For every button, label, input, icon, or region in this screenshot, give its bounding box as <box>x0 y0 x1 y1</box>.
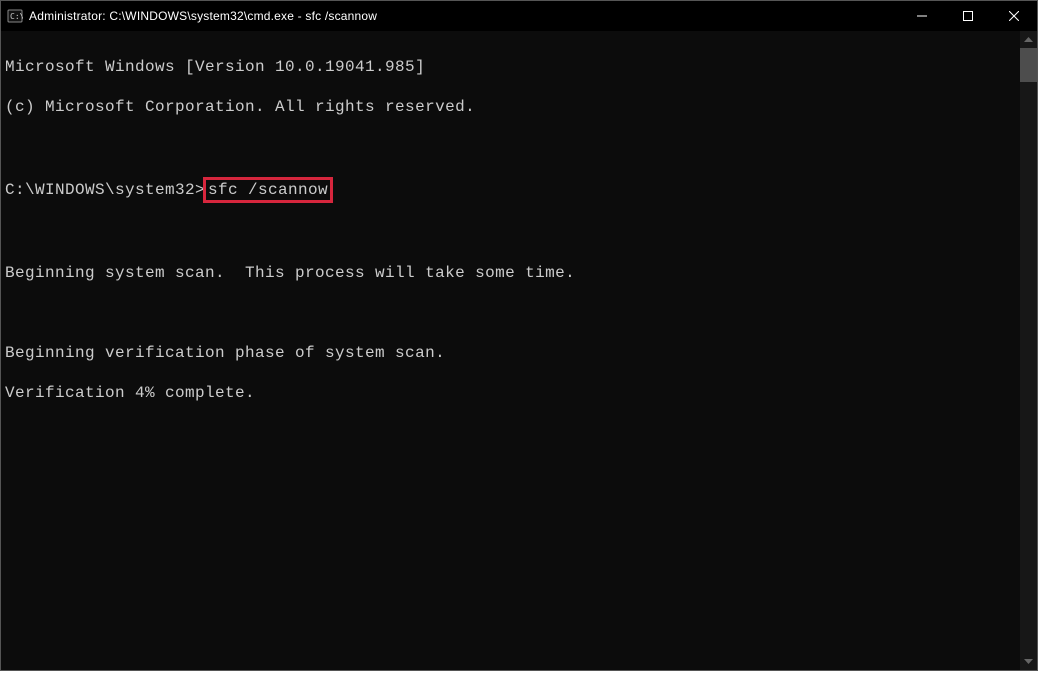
svg-text:C:\: C:\ <box>10 12 23 21</box>
close-button[interactable] <box>991 1 1037 31</box>
output-line: (c) Microsoft Corporation. All rights re… <box>5 98 475 116</box>
highlighted-command: sfc /scannow <box>203 177 333 203</box>
output-line: Verification 4% complete. <box>5 384 255 402</box>
window-controls <box>899 1 1037 31</box>
titlebar-left: C:\ Administrator: C:\WINDOWS\system32\c… <box>1 8 377 24</box>
output-line: Beginning system scan. This process will… <box>5 264 575 282</box>
terminal-area[interactable]: Microsoft Windows [Version 10.0.19041.98… <box>1 31 1020 670</box>
output-line: Microsoft Windows [Version 10.0.19041.98… <box>5 58 425 76</box>
cmd-icon: C:\ <box>7 8 23 24</box>
titlebar: C:\ Administrator: C:\WINDOWS\system32\c… <box>1 1 1037 31</box>
prompt-prefix: C:\WINDOWS\system32> <box>5 181 205 199</box>
output-line: Beginning verification phase of system s… <box>5 344 445 362</box>
cmd-window: C:\ Administrator: C:\WINDOWS\system32\c… <box>0 0 1038 671</box>
scroll-up-icon[interactable] <box>1020 31 1037 48</box>
scroll-down-icon[interactable] <box>1020 653 1037 670</box>
minimize-button[interactable] <box>899 1 945 31</box>
scrollbar[interactable] <box>1020 31 1037 670</box>
scroll-thumb[interactable] <box>1020 48 1037 82</box>
maximize-button[interactable] <box>945 1 991 31</box>
window-body: Microsoft Windows [Version 10.0.19041.98… <box>1 31 1037 670</box>
window-title: Administrator: C:\WINDOWS\system32\cmd.e… <box>29 9 377 23</box>
